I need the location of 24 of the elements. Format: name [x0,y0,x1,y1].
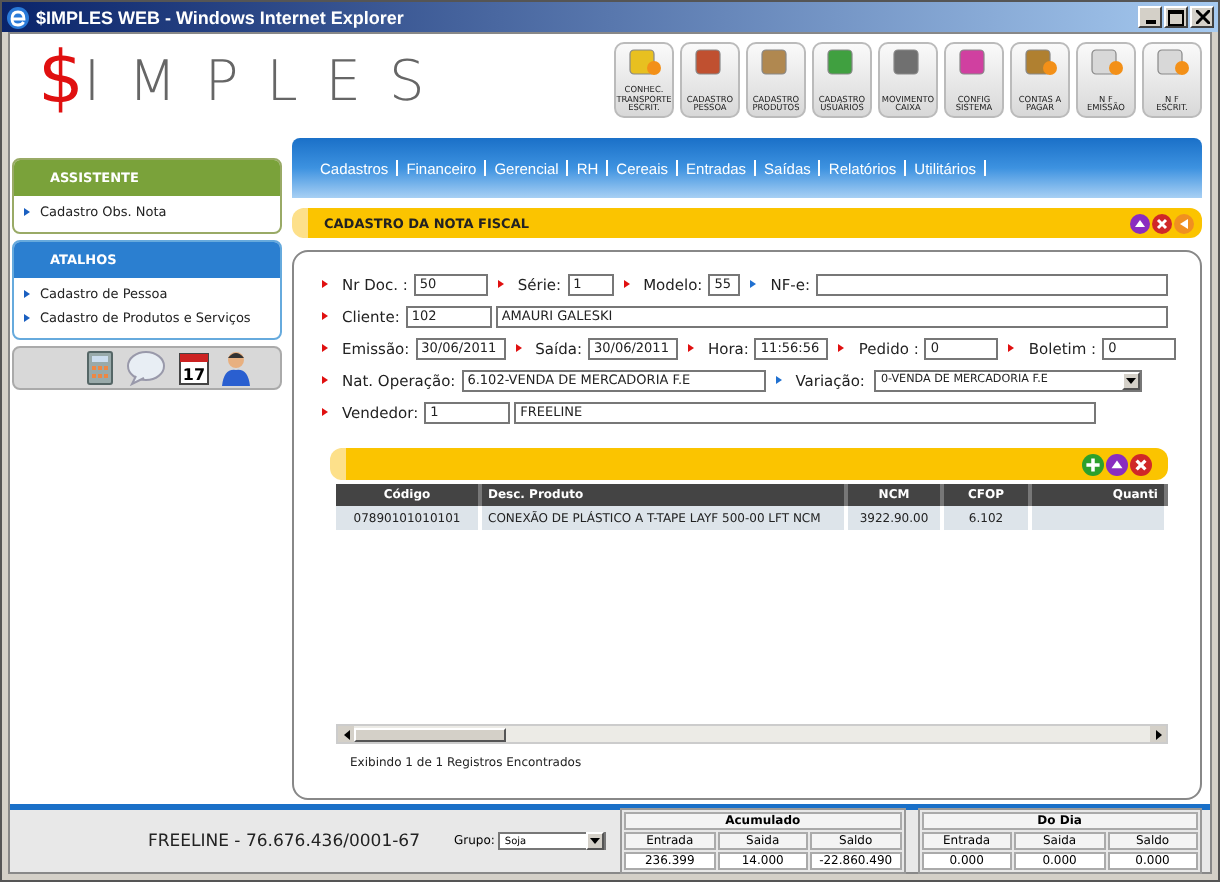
person-icon[interactable] [221,350,249,386]
close-icon[interactable] [1130,453,1152,475]
calendar-icon[interactable]: 17 [177,350,209,386]
scroll-left-icon [343,729,349,739]
toolbar-icon [1154,48,1190,76]
close-icon[interactable] [1152,213,1172,233]
add-icon[interactable] [1082,453,1104,475]
maximize-button[interactable] [1164,6,1188,28]
up-button-icon[interactable] [1106,453,1128,475]
toolbar-icon [626,48,662,76]
toolbar-icon [1088,48,1124,76]
minimize-button[interactable] [1138,6,1162,28]
window-title: $IMPLES WEB - Windows Internet Explorer [36,7,404,27]
company-info: FREELINE - 76.676.436/0001-67 [145,831,420,851]
up-button-icon[interactable] [1130,213,1150,233]
horizontal-scrollbar[interactable] [336,724,1168,744]
input-field[interactable] [815,273,1168,295]
scroll-right-icon [1155,729,1161,739]
calculator-icon[interactable] [85,350,113,386]
dropdown-arrow-icon [590,838,601,844]
dropdown-arrow-icon [1126,377,1137,383]
toolbar-icon [1022,48,1058,76]
logo: $IMPLES [38,40,453,120]
close-button[interactable] [1190,6,1214,28]
